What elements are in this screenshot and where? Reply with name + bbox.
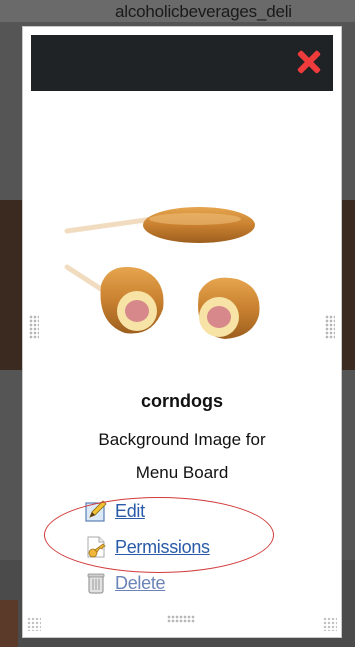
edit-pencil-icon (83, 498, 109, 524)
asset-detail-modal: corndogs Background Image for Menu Board… (22, 26, 342, 638)
trash-icon (83, 570, 109, 596)
permissions-key-icon (83, 534, 109, 560)
edit-link[interactable]: Edit (115, 501, 145, 522)
delete-link[interactable]: Delete (115, 573, 166, 594)
delete-action[interactable]: Delete (83, 565, 210, 601)
asset-title: corndogs (140, 391, 223, 411)
background-top-strip: alcoholicbeverages_deli (0, 0, 355, 22)
permissions-link[interactable]: Permissions (115, 537, 210, 558)
permissions-action[interactable]: Permissions (83, 529, 210, 565)
close-icon[interactable] (295, 48, 323, 76)
edit-action[interactable]: Edit (83, 493, 210, 529)
modal-header (31, 35, 333, 91)
background-item-label: alcoholicbeverages_deli (115, 2, 292, 21)
corndog-image (63, 197, 303, 367)
background-left-strip (0, 600, 18, 647)
description-line-2: Menu Board (135, 463, 229, 482)
asset-description: Background Image for Menu Board (23, 423, 341, 489)
description-line-1: Background Image for (98, 430, 266, 449)
resize-grip-bottom-left[interactable] (27, 617, 41, 631)
resize-grip-left[interactable] (29, 315, 39, 339)
resize-grip-bottom-right[interactable] (323, 617, 337, 631)
resize-grip-bottom[interactable] (167, 615, 195, 623)
resize-grip-right[interactable] (325, 315, 335, 339)
corndog-illustration (64, 207, 260, 339)
asset-actions: Edit Permissions Delete (83, 493, 210, 601)
